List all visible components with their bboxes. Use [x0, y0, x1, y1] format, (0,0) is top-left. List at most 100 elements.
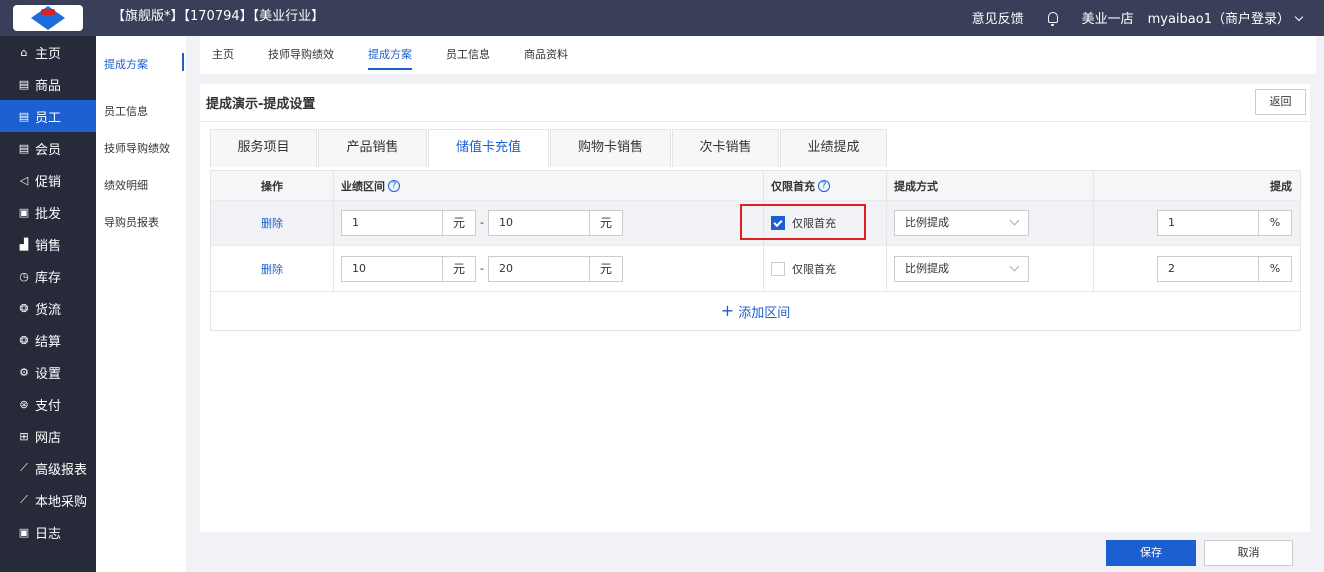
- sidebar-item-label: 设置: [35, 366, 62, 382]
- row-op-cell: 删除: [211, 246, 334, 291]
- logo-red-mark: [41, 9, 55, 15]
- tab-commission-plan[interactable]: 提成方案: [368, 36, 412, 74]
- tab-service-items[interactable]: 服务项目: [210, 129, 317, 167]
- sidebar-item-staff[interactable]: ▤ 员工: [0, 100, 96, 132]
- header-first-only-label: 仅限首充: [771, 179, 815, 193]
- row-op-cell: 删除: [211, 201, 334, 245]
- subnav-item-performance-detail[interactable]: 绩效明细: [96, 166, 186, 203]
- delete-link[interactable]: 删除: [261, 261, 283, 277]
- sidebar-item-sales[interactable]: ▟ 销售: [0, 228, 96, 260]
- range-from-input[interactable]: 1: [341, 210, 443, 236]
- sidebar-item-log[interactable]: ▣ 日志: [0, 516, 96, 548]
- sidebar-item-promo[interactable]: ◁ 促销: [0, 164, 96, 196]
- checkbox-checked-icon[interactable]: [771, 216, 785, 230]
- subnav-item-performance[interactable]: 技师导购绩效: [96, 129, 186, 166]
- row-range-cell: 10 元 - 20 元: [334, 246, 764, 291]
- sidebar-item-label: 网店: [35, 430, 62, 446]
- checkbox-unchecked-icon[interactable]: [771, 261, 785, 276]
- rate-input[interactable]: 1: [1157, 210, 1259, 236]
- tab-count-card-sales[interactable]: 次卡销售: [672, 129, 779, 167]
- add-range-label: 添加区间: [738, 305, 791, 321]
- home-icon: ⌂: [20, 45, 28, 59]
- goods-icon: ▤: [18, 77, 30, 91]
- tab-performance[interactable]: 技师导购绩效: [268, 36, 334, 74]
- help-icon[interactable]: ?: [388, 179, 400, 192]
- tab-stored-card-recharge[interactable]: 储值卡充值: [428, 129, 549, 167]
- sidebar-item-flow[interactable]: ❂ 货流: [0, 292, 96, 324]
- range-to-unit: 元: [590, 255, 623, 282]
- user-menu[interactable]: myaibao1（商户登录）: [1148, 8, 1304, 27]
- sub-navigation: 提成方案 员工信息 技师导购绩效 绩效明细 导购员报表: [96, 36, 186, 572]
- first-only-checkbox[interactable]: 仅限首充: [771, 261, 836, 277]
- sidebar-item-label: 商品: [35, 78, 62, 94]
- wholesale-icon: ▣: [18, 205, 30, 219]
- commission-table: 操作 业绩区间? 仅限首充? 提成方式 提成 删除 1 元 - 10 元 仅限首…: [210, 170, 1301, 331]
- sidebar-item-purchase[interactable]: ⟋ 本地采购: [0, 484, 96, 516]
- delete-link[interactable]: 删除: [261, 215, 283, 231]
- first-only-label: 仅限首充: [792, 217, 836, 230]
- page-title: 提成演示-提成设置: [200, 84, 1310, 122]
- add-range-button[interactable]: + 添加区间: [211, 292, 1300, 330]
- row-rate-cell: 2 %: [1094, 246, 1300, 291]
- aibao-logo[interactable]: [0, 0, 96, 36]
- report-icon: ⟋: [20, 461, 28, 474]
- sidebar-item-shop[interactable]: ⊞ 网店: [0, 420, 96, 452]
- rate-input[interactable]: 2: [1157, 255, 1259, 282]
- row-first-only-cell: 仅限首充: [764, 246, 887, 291]
- save-button[interactable]: 保存: [1106, 540, 1196, 566]
- tab-performance-commission[interactable]: 业绩提成: [780, 129, 887, 167]
- range-to-input[interactable]: 20: [488, 255, 590, 282]
- range-to-input[interactable]: 10: [488, 210, 590, 236]
- commission-settings-panel: 提成演示-提成设置 返回 服务项目 产品销售 储值卡充值 购物卡销售 次卡销售 …: [200, 84, 1310, 572]
- subnav-item-staff-info[interactable]: 员工信息: [96, 92, 186, 129]
- range-from-group: 10 元: [341, 255, 476, 282]
- staff-icon: ▤: [18, 109, 30, 123]
- row-first-only-cell: 仅限首充: [764, 201, 887, 245]
- top-bar: 【旗舰版*】【170794】【美业行业】 意见反馈 美业一店 myaibao1（…: [0, 0, 1324, 36]
- sidebar-item-wholesale[interactable]: ▣ 批发: [0, 196, 96, 228]
- sidebar-item-pay[interactable]: ⊛ 支付: [0, 388, 96, 420]
- tab-staff-info[interactable]: 员工信息: [446, 36, 490, 74]
- range-to-group: 10 元: [488, 210, 623, 236]
- promo-icon: ◁: [19, 173, 29, 187]
- help-icon[interactable]: ?: [818, 179, 830, 192]
- cancel-button[interactable]: 取消: [1204, 540, 1293, 566]
- tab-shopping-card-sales[interactable]: 购物卡销售: [550, 129, 671, 167]
- purchase-icon: ⟋: [20, 493, 28, 506]
- subnav-item-guide-report[interactable]: 导购员报表: [96, 203, 186, 240]
- method-select[interactable]: 比例提成: [894, 255, 1029, 282]
- sidebar-item-goods[interactable]: ▤ 商品: [0, 68, 96, 100]
- sidebar-item-inventory[interactable]: ◷ 库存: [0, 260, 96, 292]
- store-name[interactable]: 美业一店: [1082, 8, 1134, 27]
- tab-home[interactable]: 主页: [212, 36, 234, 74]
- tab-product-sales[interactable]: 产品销售: [318, 129, 427, 167]
- sidebar-item-settings[interactable]: ⚙ 设置: [0, 356, 96, 388]
- range-from-input[interactable]: 10: [341, 255, 443, 282]
- sidebar-item-member[interactable]: ▤ 会员: [0, 132, 96, 164]
- flow-icon: ❂: [19, 301, 29, 315]
- rate-unit: %: [1259, 255, 1292, 282]
- bell-icon[interactable]: [1047, 11, 1058, 26]
- table-row: 删除 1 元 - 10 元 仅限首充 比例提成 1 %: [211, 201, 1300, 246]
- settings-icon: ⚙: [19, 365, 29, 379]
- pay-icon: ⊛: [19, 397, 29, 411]
- method-select[interactable]: 比例提成: [894, 210, 1029, 236]
- range-dash: -: [480, 261, 484, 275]
- range-from-group: 1 元: [341, 210, 476, 236]
- shop-icon: ⊞: [19, 429, 29, 443]
- inventory-icon: ◷: [19, 269, 29, 283]
- sidebar-item-label: 本地采购: [35, 494, 88, 510]
- footer-bar: 保存 取消: [200, 532, 1310, 572]
- feedback-link[interactable]: 意见反馈: [972, 8, 1024, 27]
- first-only-checkbox[interactable]: 仅限首充: [771, 215, 836, 231]
- tab-product-data[interactable]: 商品资料: [524, 36, 568, 74]
- sidebar-item-settle[interactable]: ❂ 结算: [0, 324, 96, 356]
- chevron-down-icon: [1294, 12, 1304, 21]
- table-header: 操作 业绩区间? 仅限首充? 提成方式 提成: [211, 171, 1300, 201]
- row-range-cell: 1 元 - 10 元: [334, 201, 764, 245]
- sidebar-item-home[interactable]: ⌂ 主页: [0, 36, 96, 68]
- subnav-item-commission-plan[interactable]: 提成方案: [96, 36, 186, 92]
- header-op: 操作: [211, 171, 334, 200]
- back-button[interactable]: 返回: [1255, 89, 1306, 115]
- sidebar-item-report[interactable]: ⟋ 高级报表: [0, 452, 96, 484]
